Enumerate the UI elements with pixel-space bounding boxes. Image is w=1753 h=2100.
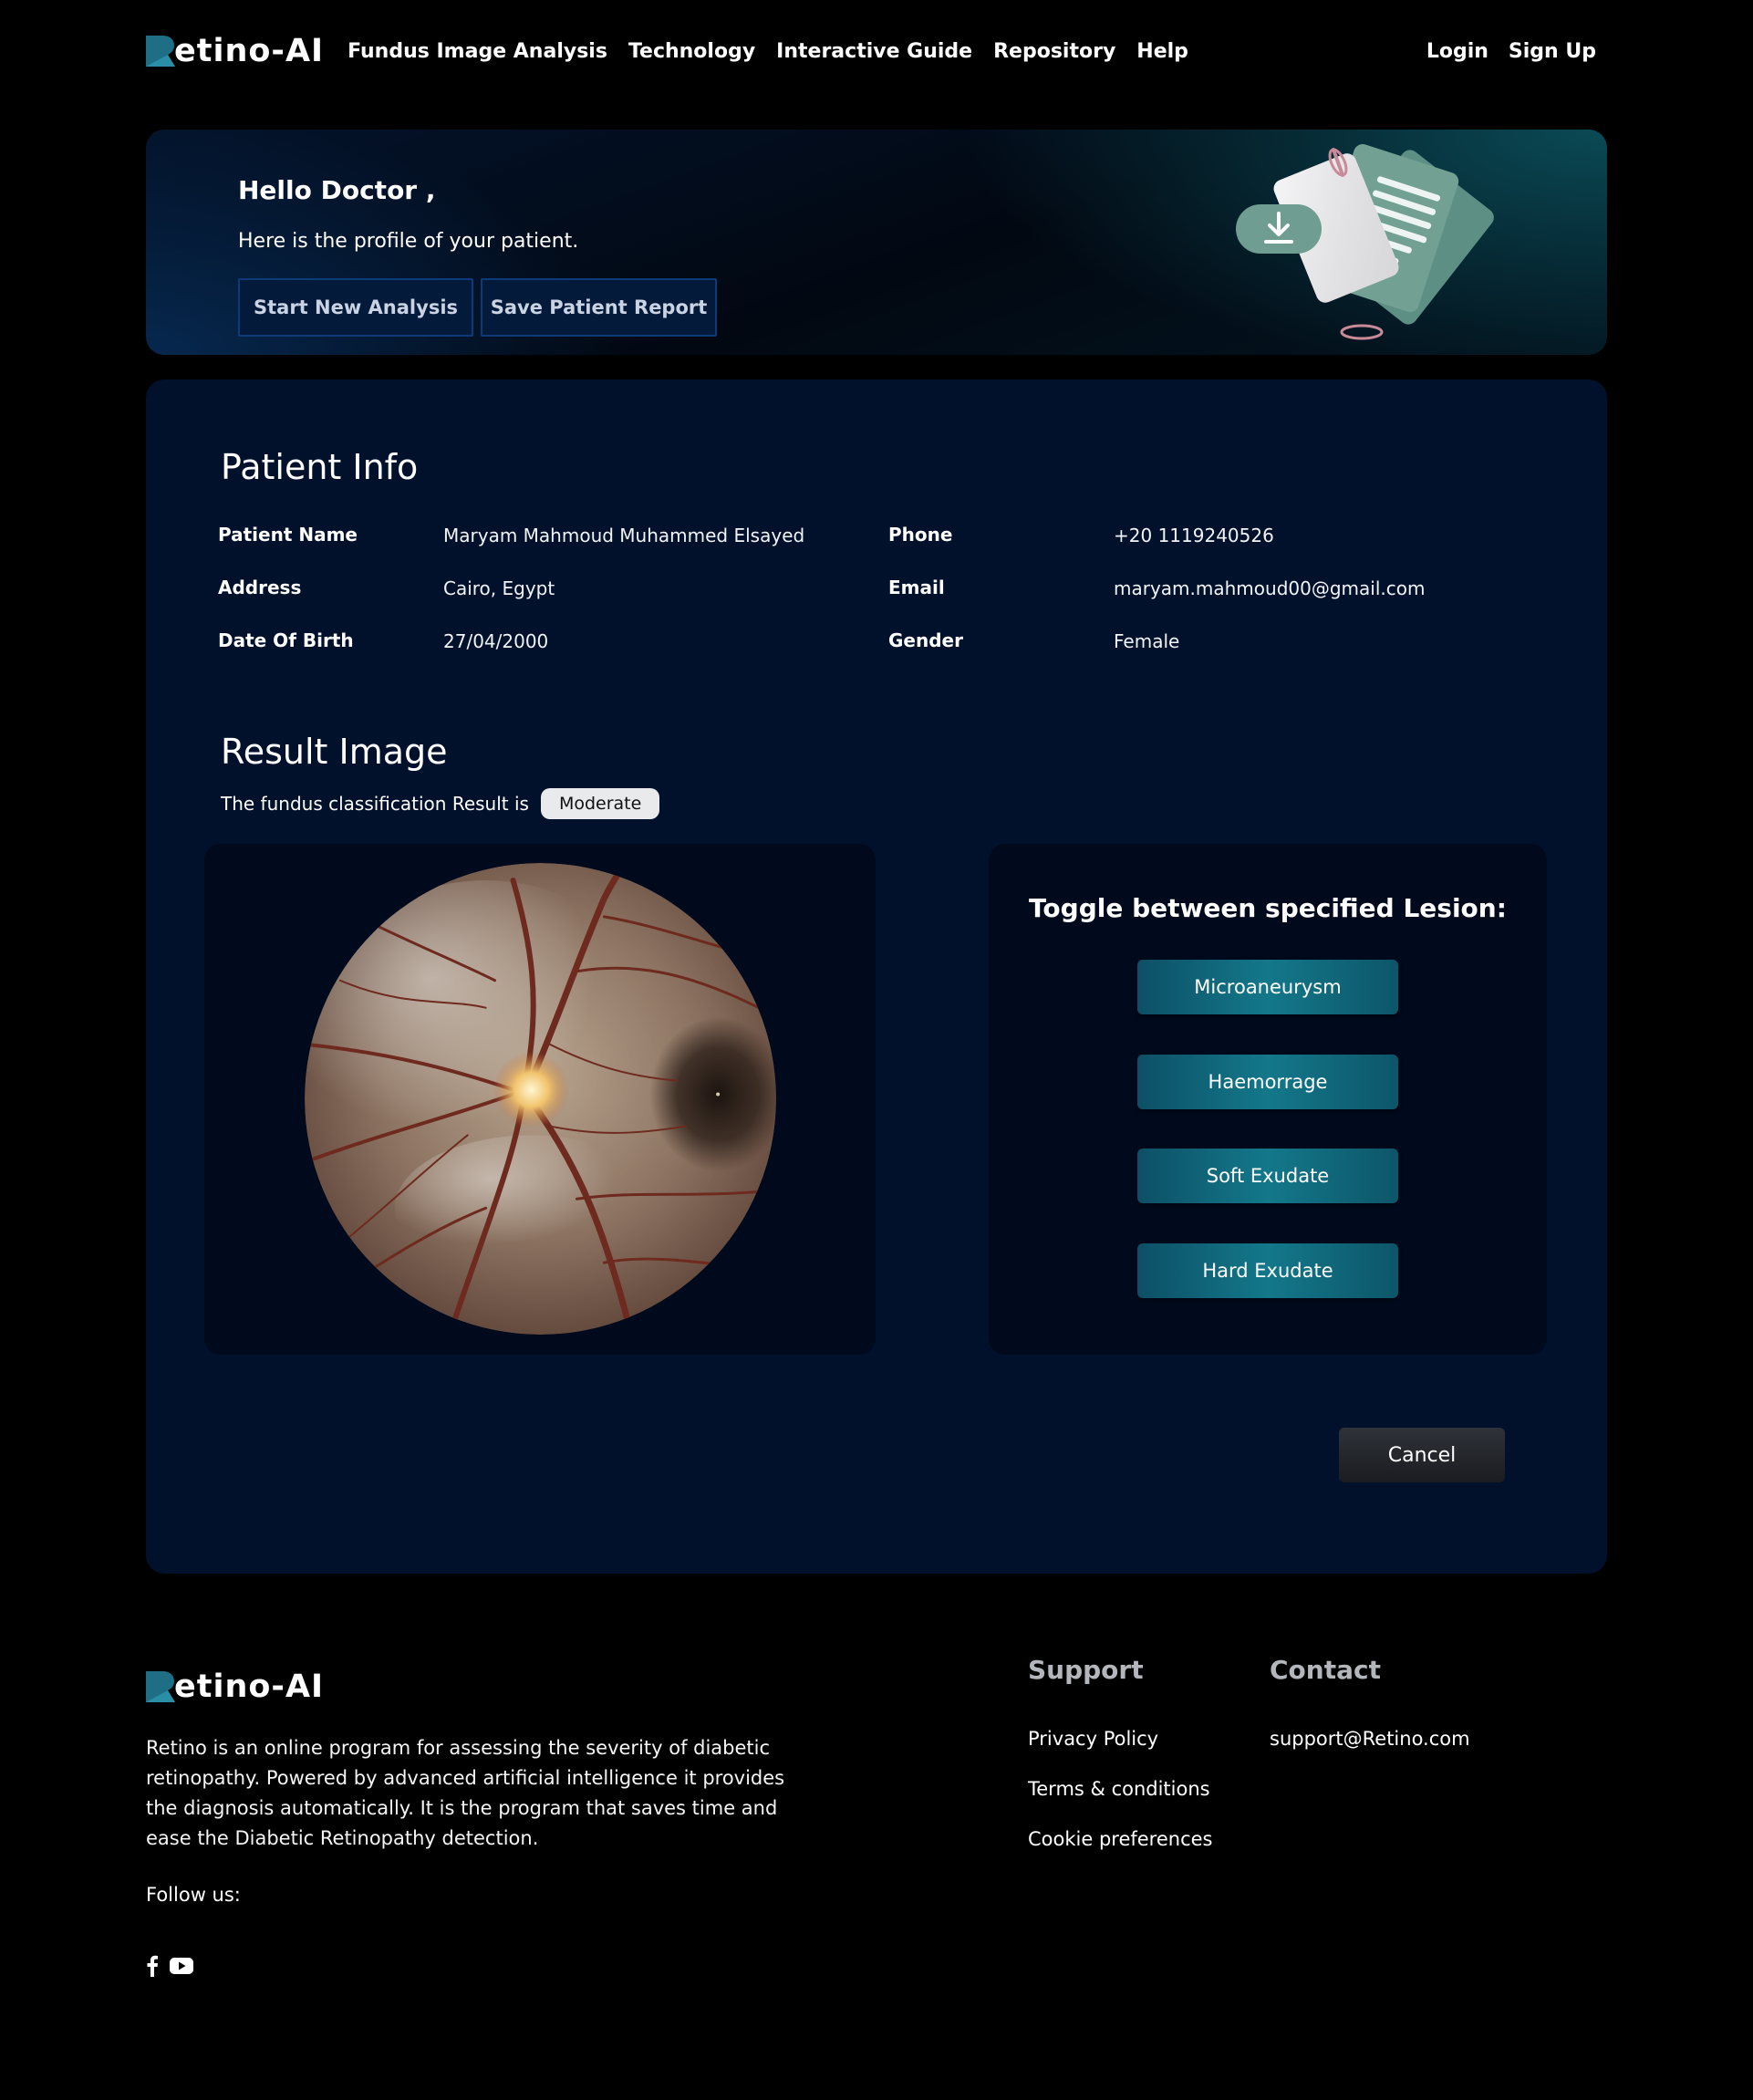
patient-info-title: Patient Info xyxy=(221,447,419,487)
start-new-analysis-button[interactable]: Start New Analysis xyxy=(238,278,473,337)
nav-link-repository[interactable]: Repository xyxy=(993,40,1115,63)
greeting-text: Hello Doctor , xyxy=(238,175,436,205)
brand-logo[interactable]: etino-AI xyxy=(146,33,324,69)
gender-label: Gender xyxy=(888,629,963,651)
dob-label: Date Of Birth xyxy=(218,629,354,651)
result-image-title: Result Image xyxy=(221,732,448,772)
welcome-banner: Hello Doctor , Here is the profile of yo… xyxy=(146,130,1607,355)
brand-name: etino-AI xyxy=(174,33,325,69)
microaneurysm-button[interactable]: Microaneurysm xyxy=(1137,960,1398,1014)
gender-value: Female xyxy=(1114,630,1180,652)
follow-us-label: Follow us: xyxy=(146,1884,241,1906)
signup-link[interactable]: Sign Up xyxy=(1509,40,1596,63)
cookie-preferences-link[interactable]: Cookie preferences xyxy=(1028,1828,1213,1850)
classification-text: The fundus classification Result is xyxy=(221,793,529,815)
patient-name-label: Patient Name xyxy=(218,524,358,546)
cancel-button[interactable]: Cancel xyxy=(1339,1428,1505,1482)
auth-links: Login Sign Up xyxy=(1406,40,1596,63)
lesion-toggle-title: Toggle between specified Lesion: xyxy=(1029,893,1507,923)
facebook-icon[interactable] xyxy=(146,1955,159,1977)
save-patient-report-button[interactable]: Save Patient Report xyxy=(481,278,717,337)
fundus-retina-image xyxy=(304,862,777,1336)
nav-link-interactive-guide[interactable]: Interactive Guide xyxy=(776,40,972,63)
privacy-policy-link[interactable]: Privacy Policy xyxy=(1028,1728,1158,1750)
phone-label: Phone xyxy=(888,524,953,546)
patient-profile-card: Patient Info Patient Name Maryam Mahmoud… xyxy=(146,379,1607,1574)
lesion-toggle-panel: Toggle between specified Lesion: Microan… xyxy=(989,844,1547,1355)
footer-description: Retino is an online program for assessin… xyxy=(146,1737,785,1849)
greeting-subtitle: Here is the profile of your patient. xyxy=(238,230,579,253)
top-navbar: etino-AI Fundus Image Analysis Technolog… xyxy=(146,33,1605,69)
address-label: Address xyxy=(218,577,302,598)
classification-result: The fundus classification Result is Mode… xyxy=(221,788,660,819)
email-label: Email xyxy=(888,577,945,598)
support-heading: Support xyxy=(1028,1655,1144,1685)
social-links xyxy=(146,1955,204,1977)
download-report-icon xyxy=(1236,143,1494,340)
logo-r-icon xyxy=(146,1671,175,1702)
address-value: Cairo, Egypt xyxy=(443,577,555,599)
nav-links: Fundus Image Analysis Technology Interac… xyxy=(347,40,1209,63)
phone-value: +20 1119240526 xyxy=(1114,525,1274,546)
youtube-icon[interactable] xyxy=(170,1957,193,1975)
nav-link-help[interactable]: Help xyxy=(1136,40,1188,63)
haemorrage-button[interactable]: Haemorrage xyxy=(1137,1055,1398,1109)
email-value: maryam.mahmoud00@gmail.com xyxy=(1114,577,1426,599)
classification-badge: Moderate xyxy=(540,788,660,819)
footer-brand-name: etino-AI xyxy=(174,1669,325,1705)
patient-name-value: Maryam Mahmoud Muhammed Elsayed xyxy=(443,525,805,546)
footer-brand-logo[interactable]: etino-AI xyxy=(146,1669,324,1705)
soft-exudate-button[interactable]: Soft Exudate xyxy=(1137,1149,1398,1203)
logo-r-icon xyxy=(146,36,175,67)
fundus-image-panel xyxy=(204,844,876,1355)
nav-link-technology[interactable]: Technology xyxy=(628,40,755,63)
dob-value: 27/04/2000 xyxy=(443,630,549,652)
terms-conditions-link[interactable]: Terms & conditions xyxy=(1028,1778,1210,1800)
contact-heading: Contact xyxy=(1270,1655,1381,1685)
support-email-link[interactable]: support@Retino.com xyxy=(1270,1728,1470,1750)
hard-exudate-button[interactable]: Hard Exudate xyxy=(1137,1243,1398,1298)
nav-link-fundus-analysis[interactable]: Fundus Image Analysis xyxy=(347,40,607,63)
login-link[interactable]: Login xyxy=(1426,40,1488,63)
